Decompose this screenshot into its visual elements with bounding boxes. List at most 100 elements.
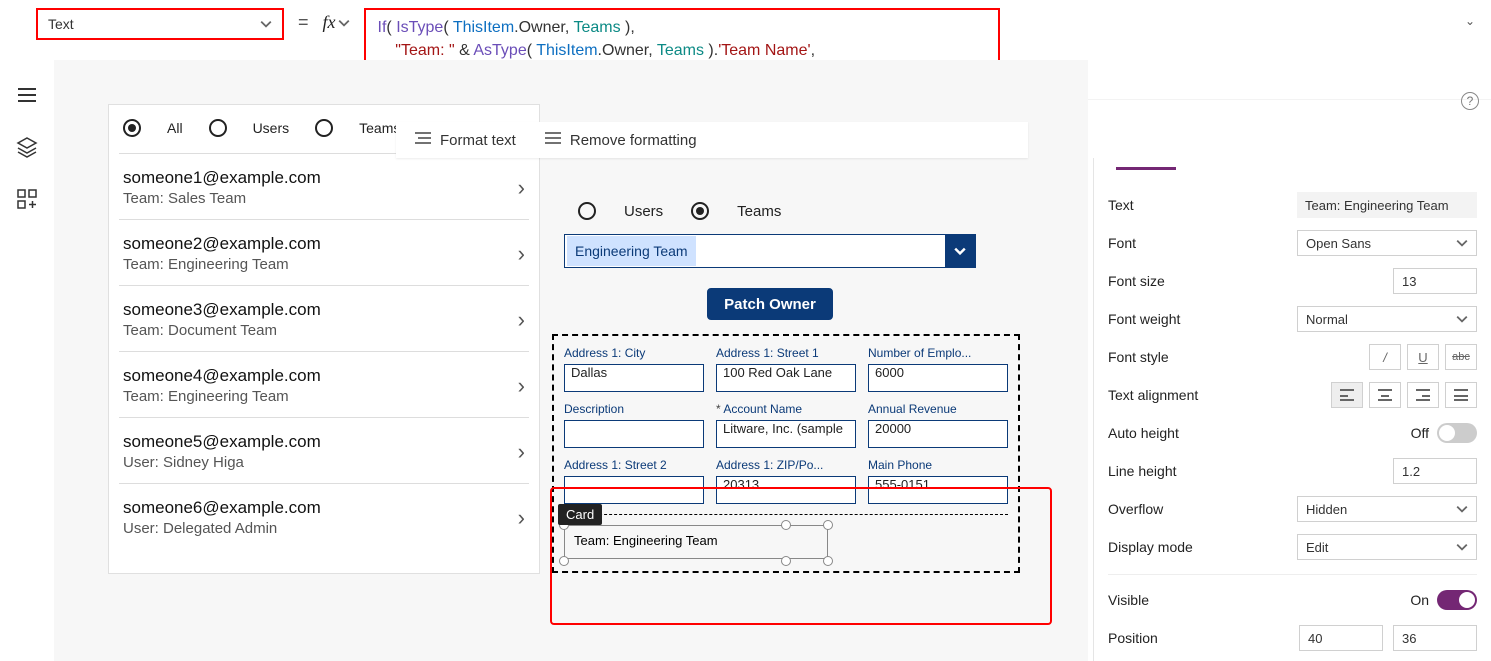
field-input[interactable]: 555-0151 (868, 476, 1008, 504)
format-text-icon (414, 131, 432, 149)
format-text-button[interactable]: Format text (414, 131, 516, 149)
align-center-button[interactable] (1369, 382, 1401, 408)
chevron-right-icon: › (518, 439, 525, 465)
list-item-subtitle: User: Delegated Admin (123, 520, 321, 537)
hamburger-icon[interactable] (16, 84, 38, 106)
gallery-panel: All Users Teams someone1@example.com Tea… (108, 104, 540, 574)
list-item[interactable]: someone5@example.com User: Sidney Higa › (119, 417, 529, 483)
prop-position-label: Position (1108, 630, 1158, 646)
prop-position-y[interactable]: 36 (1393, 625, 1477, 651)
equals-sign: = (298, 12, 309, 33)
help-icon[interactable]: ? (1461, 92, 1479, 110)
prop-displaymode-dropdown[interactable]: Edit (1297, 534, 1477, 560)
prop-position-x[interactable]: 40 (1299, 625, 1383, 651)
prop-font-dropdown[interactable]: Open Sans (1297, 230, 1477, 256)
form-field: Address 1: Street 1100 Red Oak Lane (716, 346, 856, 392)
field-label: Address 1: Street 2 (564, 458, 704, 472)
properties-panel: Text Team: Engineering Team Font Open Sa… (1093, 158, 1491, 661)
prop-autoheight-value: Off (1411, 425, 1429, 441)
list-item-subtitle: Team: Engineering Team (123, 256, 321, 273)
align-right-icon (1416, 389, 1430, 401)
field-input[interactable]: 6000 (868, 364, 1008, 392)
strikethrough-button[interactable]: abc (1445, 344, 1477, 370)
radio-users-2-label: Users (624, 203, 663, 220)
gallery-list[interactable]: someone1@example.com Team: Sales Team › … (119, 153, 529, 573)
prop-visible-label: Visible (1108, 592, 1149, 608)
prop-lineheight-label: Line height (1108, 463, 1177, 479)
property-dropdown[interactable]: Text (36, 8, 284, 40)
align-justify-icon (1454, 389, 1468, 401)
patch-owner-button[interactable]: Patch Owner (707, 288, 833, 320)
prop-fontweight-label: Font weight (1108, 311, 1180, 327)
chevron-right-icon: › (518, 505, 525, 531)
list-item-subtitle: User: Sidney Higa (123, 454, 321, 471)
chevron-right-icon: › (518, 241, 525, 267)
field-label: Address 1: ZIP/Po... (716, 458, 856, 472)
chevron-right-icon: › (518, 307, 525, 333)
prop-fontstyle-group: / U abc (1369, 344, 1477, 370)
chevron-down-icon[interactable]: ⌄ (1465, 14, 1475, 28)
remove-formatting-button[interactable]: Remove formatting (544, 131, 697, 149)
form-field: Main Phone555-0151 (868, 458, 1008, 504)
chevron-down-icon (945, 235, 975, 267)
prop-displaymode-label: Display mode (1108, 539, 1193, 555)
list-item[interactable]: someone1@example.com Team: Sales Team › (119, 153, 529, 219)
radio-users[interactable] (209, 119, 227, 137)
list-item[interactable]: someone6@example.com User: Delegated Adm… (119, 483, 529, 549)
chevron-down-icon (1456, 503, 1468, 515)
field-input[interactable]: Litware, Inc. (sample (716, 420, 856, 448)
components-icon[interactable] (16, 188, 38, 210)
field-label: Description (564, 402, 704, 416)
field-label: Account Name (716, 402, 856, 416)
form-field: Address 1: City Dallas (564, 346, 704, 392)
prop-visible-toggle[interactable] (1437, 590, 1477, 610)
field-label: Address 1: City (564, 346, 704, 360)
fx-icon[interactable]: fx (323, 12, 350, 33)
prop-fontweight-dropdown[interactable]: Normal (1297, 306, 1477, 332)
field-input[interactable]: 20000 (868, 420, 1008, 448)
properties-tab-indicator (1116, 164, 1176, 170)
prop-fontsize-label: Font size (1108, 273, 1165, 289)
prop-autoheight-label: Auto height (1108, 425, 1179, 441)
align-justify-button[interactable] (1445, 382, 1477, 408)
chevron-right-icon: › (518, 373, 525, 399)
prop-text-label: Text (1108, 197, 1134, 213)
prop-lineheight-input[interactable]: 1.2 (1393, 458, 1477, 484)
prop-overflow-dropdown[interactable]: Hidden (1297, 496, 1477, 522)
patch-owner-label: Patch Owner (724, 296, 816, 313)
prop-autoheight-toggle[interactable] (1437, 423, 1477, 443)
team-dropdown[interactable]: Engineering Team (564, 234, 976, 268)
format-text-label: Format text (440, 132, 516, 149)
form-field: Address 1: Street 2 (564, 458, 704, 504)
prop-fontsize-input[interactable]: 13 (1393, 268, 1477, 294)
field-input[interactable] (564, 420, 704, 448)
field-input[interactable]: Dallas (564, 364, 704, 392)
list-item-subtitle: Team: Sales Team (123, 190, 321, 207)
underline-button[interactable]: U (1407, 344, 1439, 370)
list-item[interactable]: someone3@example.com Team: Document Team… (119, 285, 529, 351)
prop-align-label: Text alignment (1108, 387, 1198, 403)
radio-teams-2[interactable] (691, 202, 709, 220)
field-input[interactable] (564, 476, 704, 504)
field-input[interactable]: 20313 (716, 476, 856, 504)
radio-all[interactable] (123, 119, 141, 137)
align-left-button[interactable] (1331, 382, 1363, 408)
left-rail (0, 60, 54, 661)
italic-button[interactable]: / (1369, 344, 1401, 370)
field-input[interactable]: 100 Red Oak Lane (716, 364, 856, 392)
radio-all-label: All (167, 120, 183, 136)
layers-icon[interactable] (16, 136, 38, 158)
list-item[interactable]: someone2@example.com Team: Engineering T… (119, 219, 529, 285)
radio-teams-label: Teams (359, 120, 400, 136)
list-item[interactable]: someone4@example.com Team: Engineering T… (119, 351, 529, 417)
radio-users-label: Users (253, 120, 290, 136)
chevron-right-icon: › (518, 175, 525, 201)
field-label: Number of Emplo... (868, 346, 1008, 360)
form-field: Address 1: ZIP/Po... 20313 (716, 458, 856, 504)
prop-text-value[interactable]: Team: Engineering Team (1297, 192, 1477, 218)
radio-teams[interactable] (315, 119, 333, 137)
radio-users-2[interactable] (578, 202, 596, 220)
edit-form: Address 1: City Dallas Address 1: Street 1… (552, 334, 1020, 573)
align-right-button[interactable] (1407, 382, 1439, 408)
list-item-title: someone4@example.com (123, 366, 321, 386)
